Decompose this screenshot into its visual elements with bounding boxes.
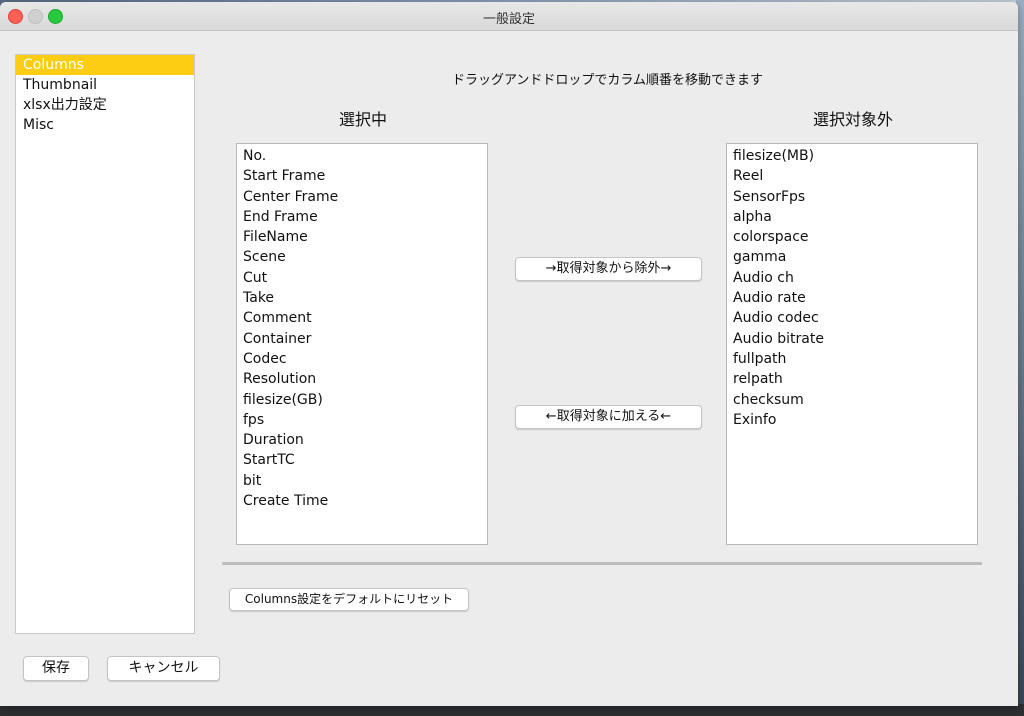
column-list-item[interactable]: Audio ch [727,268,977,288]
column-list-item[interactable]: Resolution [237,369,487,389]
column-list-item[interactable]: fullpath [727,349,977,369]
column-list-item[interactable]: Exinfo [727,410,977,430]
column-list-item[interactable]: Audio codec [727,308,977,328]
column-list-item[interactable]: Reel [727,166,977,186]
column-list-item[interactable]: Audio bitrate [727,329,977,349]
column-list-item[interactable]: Comment [237,308,487,328]
column-list-item[interactable]: alpha [727,207,977,227]
sidebar-item-columns[interactable]: Columns [16,55,194,75]
window-title: 一般設定 [482,12,535,27]
save-button[interactable]: 保存 [23,656,89,681]
exclude-column-button[interactable]: →取得対象から除外→ [515,257,702,281]
column-list-item[interactable]: No. [237,146,487,166]
column-list-item[interactable]: bit [237,471,487,491]
cancel-button[interactable]: キャンセル [107,656,220,681]
title-bar[interactable]: 一般設定 [0,2,1018,31]
column-list-item[interactable]: Start Frame [237,166,487,186]
column-list-item[interactable]: filesize(MB) [727,146,977,166]
column-list-item[interactable]: SensorFps [727,187,977,207]
column-list-item[interactable]: filesize(GB) [237,390,487,410]
sidebar-item-thumbnail[interactable]: Thumbnail [16,75,194,95]
column-list-item[interactable]: FileName [237,227,487,247]
column-list-item[interactable]: StartTC [237,450,487,470]
column-list-item[interactable]: Cut [237,268,487,288]
column-list-item[interactable]: Create Time [237,491,487,511]
column-list-item[interactable]: colorspace [727,227,977,247]
column-list-item[interactable]: Scene [237,247,487,267]
reset-columns-button[interactable]: Columns設定をデフォルトにリセット [229,588,469,611]
settings-window: 一般設定 Columns Thumbnail xlsx出力設定 Misc ドラッ… [0,2,1018,706]
excluded-columns-list[interactable]: filesize(MB) Reel SensorFps alpha colorspace… [726,143,978,545]
column-list-item[interactable]: Audio rate [727,288,977,308]
settings-category-list: Columns Thumbnail xlsx出力設定 Misc [15,54,195,634]
column-list-item[interactable]: Container [237,329,487,349]
column-list-item[interactable]: Center Frame [237,187,487,207]
column-list-item[interactable]: checksum [727,390,977,410]
sidebar-item-misc[interactable]: Misc [16,115,194,135]
section-divider [222,562,982,565]
column-list-item[interactable]: Codec [237,349,487,369]
selected-columns-list[interactable]: No. Start Frame Center Frame End Frame FileN… [236,143,488,545]
column-list-item[interactable]: gamma [727,247,977,267]
column-list-item[interactable]: fps [237,410,487,430]
drag-drop-instruction: ドラッグアンドドロップでカラム順番を移動できます [451,73,764,88]
column-list-item[interactable]: Take [237,288,487,308]
excluded-columns-heading: 選択対象外 [812,110,893,129]
column-list-item[interactable]: Duration [237,430,487,450]
sidebar-item-xlsx-output[interactable]: xlsx出力設定 [16,95,194,115]
column-list-item[interactable]: relpath [727,369,977,389]
column-list-item[interactable]: End Frame [237,207,487,227]
include-column-button[interactable]: ←取得対象に加える← [515,405,702,429]
selected-columns-heading: 選択中 [338,110,387,129]
